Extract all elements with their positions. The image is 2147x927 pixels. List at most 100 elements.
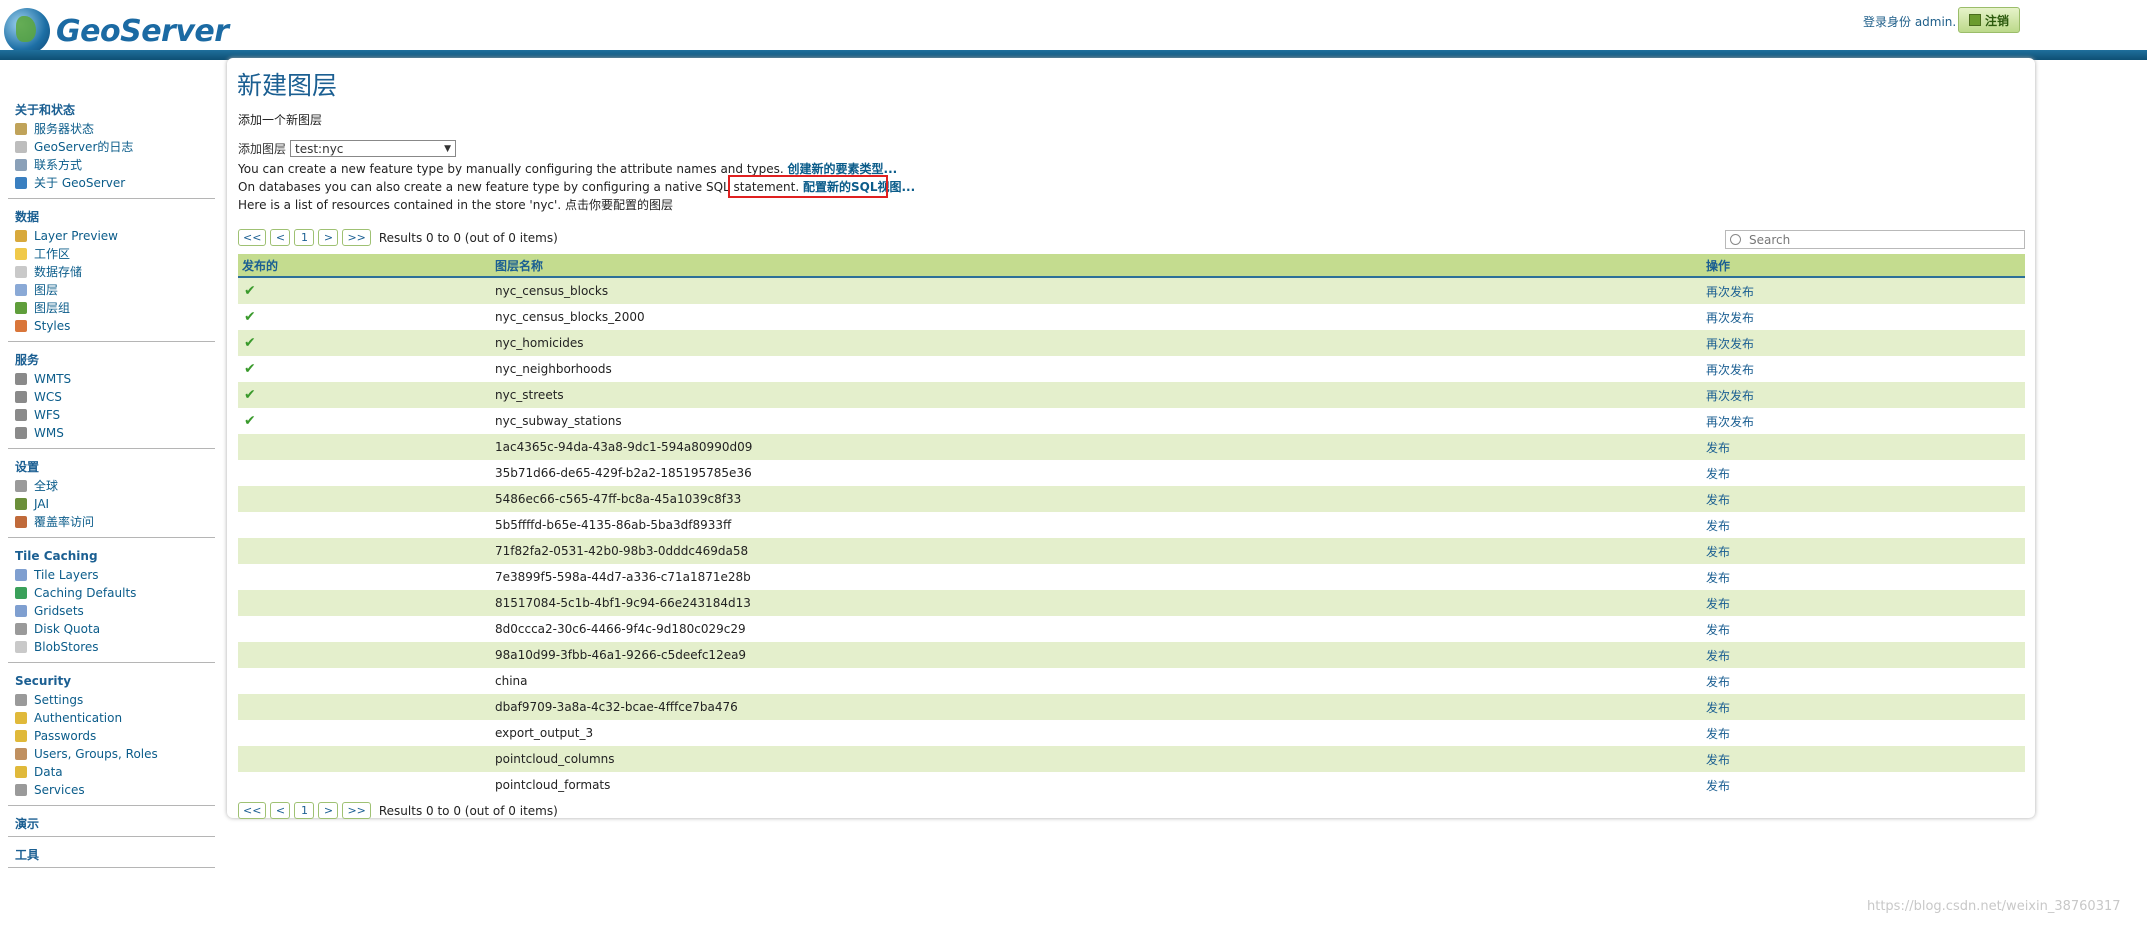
- publish-action-link[interactable]: 发布: [1706, 465, 2025, 482]
- publish-action-link[interactable]: 再次发布: [1706, 335, 2025, 352]
- sidebar-item[interactable]: Gridsets: [15, 602, 216, 620]
- pager-prev-button[interactable]: <: [270, 802, 291, 819]
- sidebar-item-label[interactable]: WFS: [34, 406, 60, 424]
- sidebar-item-label[interactable]: Passwords: [34, 727, 96, 745]
- pager-last-button[interactable]: >>: [342, 229, 371, 246]
- sidebar-item[interactable]: Caching Defaults: [15, 584, 216, 602]
- publish-action-link[interactable]: 发布: [1706, 673, 2025, 690]
- publish-action-link[interactable]: 发布: [1706, 491, 2025, 508]
- logout-button[interactable]: 注销: [1958, 7, 2020, 33]
- publish-action-link[interactable]: 发布: [1706, 725, 2025, 742]
- sidebar-item[interactable]: 联系方式: [15, 156, 216, 174]
- sidebar-item[interactable]: Settings: [15, 691, 216, 709]
- sidebar-item-label[interactable]: Styles: [34, 317, 70, 335]
- server-status-icon: [15, 123, 27, 135]
- sidebar-section-title: 数据: [15, 210, 40, 224]
- sidebar-item[interactable]: Layer Preview: [15, 227, 216, 245]
- geoserver-logo[interactable]: GeoServer: [4, 6, 229, 56]
- sidebar-item-label[interactable]: 关于 GeoServer: [34, 174, 125, 192]
- sidebar-item-label[interactable]: Services: [34, 781, 85, 799]
- publish-action-link[interactable]: 发布: [1706, 777, 2025, 794]
- sidebar-item-label[interactable]: 全球: [34, 477, 58, 495]
- store-select[interactable]: test:nyc ▼: [290, 140, 457, 157]
- publish-action-link[interactable]: 再次发布: [1706, 283, 2025, 300]
- sidebar-item[interactable]: 全球: [15, 477, 216, 495]
- sidebar-item-label[interactable]: Data: [34, 763, 63, 781]
- column-published[interactable]: 发布的: [238, 257, 495, 274]
- sidebar-divider: [8, 448, 215, 449]
- sidebar-item-label[interactable]: Authentication: [34, 709, 122, 727]
- pager-first-button[interactable]: <<: [238, 802, 267, 819]
- sidebar-item-label[interactable]: 联系方式: [34, 156, 82, 174]
- sidebar-item-label[interactable]: 数据存储: [34, 263, 82, 281]
- publish-action-link[interactable]: 发布: [1706, 517, 2025, 534]
- sidebar-item[interactable]: Styles: [15, 317, 216, 335]
- resources-table: 发布的 图层名称 操作 ✔ nyc_census_blocks 再次发布 ✔ nyc_c…: [238, 254, 2025, 798]
- sidebar-item[interactable]: JAI: [15, 495, 216, 513]
- sidebar-item[interactable]: Tile Layers: [15, 566, 216, 584]
- publish-action-link[interactable]: 发布: [1706, 439, 2025, 456]
- sidebar-item[interactable]: WMTS: [15, 370, 216, 388]
- sidebar-item[interactable]: 关于 GeoServer: [15, 174, 216, 192]
- watermark: https://blog.csdn.net/weixin_38760317: [1867, 899, 2121, 914]
- sidebar-item[interactable]: Data: [15, 763, 216, 781]
- sidebar-item-label[interactable]: 图层组: [34, 299, 70, 317]
- table-row: pointcloud_columns 发布: [238, 746, 2025, 772]
- sidebar-item-label[interactable]: Users, Groups, Roles: [34, 745, 158, 763]
- column-layer-name[interactable]: 图层名称: [495, 257, 1706, 274]
- pager-page-button[interactable]: 1: [294, 229, 315, 246]
- pager-page-button[interactable]: 1: [294, 802, 315, 819]
- sidebar-item[interactable]: WFS: [15, 406, 216, 424]
- sidebar-item-label[interactable]: Caching Defaults: [34, 584, 136, 602]
- sidebar-item-label[interactable]: 工作区: [34, 245, 70, 263]
- sidebar-item[interactable]: 工作区: [15, 245, 216, 263]
- sidebar-item-label[interactable]: 覆盖率访问: [34, 513, 94, 531]
- sidebar-item-label[interactable]: Tile Layers: [34, 566, 99, 584]
- sidebar-item[interactable]: Services: [15, 781, 216, 799]
- publish-action-link[interactable]: 发布: [1706, 699, 2025, 716]
- sidebar-item[interactable]: BlobStores: [15, 638, 216, 656]
- sidebar-item[interactable]: 图层组: [15, 299, 216, 317]
- pager-next-button[interactable]: >: [318, 229, 339, 246]
- sidebar-item-label[interactable]: WCS: [34, 388, 62, 406]
- sidebar-item[interactable]: 服务器状态: [15, 120, 216, 138]
- publish-action-link[interactable]: 再次发布: [1706, 309, 2025, 326]
- pager-next-button[interactable]: >: [318, 802, 339, 819]
- publish-action-link[interactable]: 发布: [1706, 751, 2025, 768]
- publish-action-link[interactable]: 发布: [1706, 595, 2025, 612]
- sidebar-item-label[interactable]: Settings: [34, 691, 83, 709]
- create-feature-type-link[interactable]: 创建新的要素类型...: [788, 162, 898, 176]
- sidebar-item-label[interactable]: Gridsets: [34, 602, 84, 620]
- publish-action-link[interactable]: 再次发布: [1706, 361, 2025, 378]
- pager-first-button[interactable]: <<: [238, 229, 267, 246]
- sidebar-item[interactable]: Authentication: [15, 709, 216, 727]
- sidebar-item[interactable]: Passwords: [15, 727, 216, 745]
- sidebar-item[interactable]: Users, Groups, Roles: [15, 745, 216, 763]
- publish-action-link[interactable]: 发布: [1706, 543, 2025, 560]
- sidebar-item[interactable]: 覆盖率访问: [15, 513, 216, 531]
- sidebar-item[interactable]: 数据存储: [15, 263, 216, 281]
- sidebar-item[interactable]: 图层: [15, 281, 216, 299]
- publish-action-link[interactable]: 再次发布: [1706, 413, 2025, 430]
- pager-prev-button[interactable]: <: [270, 229, 291, 246]
- sidebar-item-label[interactable]: 图层: [34, 281, 58, 299]
- sidebar-item-label[interactable]: BlobStores: [34, 638, 99, 656]
- sidebar-item-label[interactable]: Layer Preview: [34, 227, 118, 245]
- sidebar-item-label[interactable]: WMS: [34, 424, 64, 442]
- sidebar-item[interactable]: GeoServer的日志: [15, 138, 216, 156]
- sidebar-item[interactable]: WCS: [15, 388, 216, 406]
- sidebar-item-label[interactable]: GeoServer的日志: [34, 138, 133, 156]
- sidebar-item-label[interactable]: WMTS: [34, 370, 71, 388]
- sidebar-item-label[interactable]: Disk Quota: [34, 620, 100, 638]
- publish-action-link[interactable]: 发布: [1706, 647, 2025, 664]
- table-header: 发布的 图层名称 操作: [238, 254, 2025, 278]
- publish-action-link[interactable]: 再次发布: [1706, 387, 2025, 404]
- pager-last-button[interactable]: >>: [342, 802, 371, 819]
- search-input[interactable]: Search: [1725, 230, 2025, 249]
- publish-action-link[interactable]: 发布: [1706, 621, 2025, 638]
- sidebar-item-label[interactable]: 服务器状态: [34, 120, 94, 138]
- sidebar-item-label[interactable]: JAI: [34, 495, 49, 513]
- sidebar-item[interactable]: WMS: [15, 424, 216, 442]
- sidebar-item[interactable]: Disk Quota: [15, 620, 216, 638]
- publish-action-link[interactable]: 发布: [1706, 569, 2025, 586]
